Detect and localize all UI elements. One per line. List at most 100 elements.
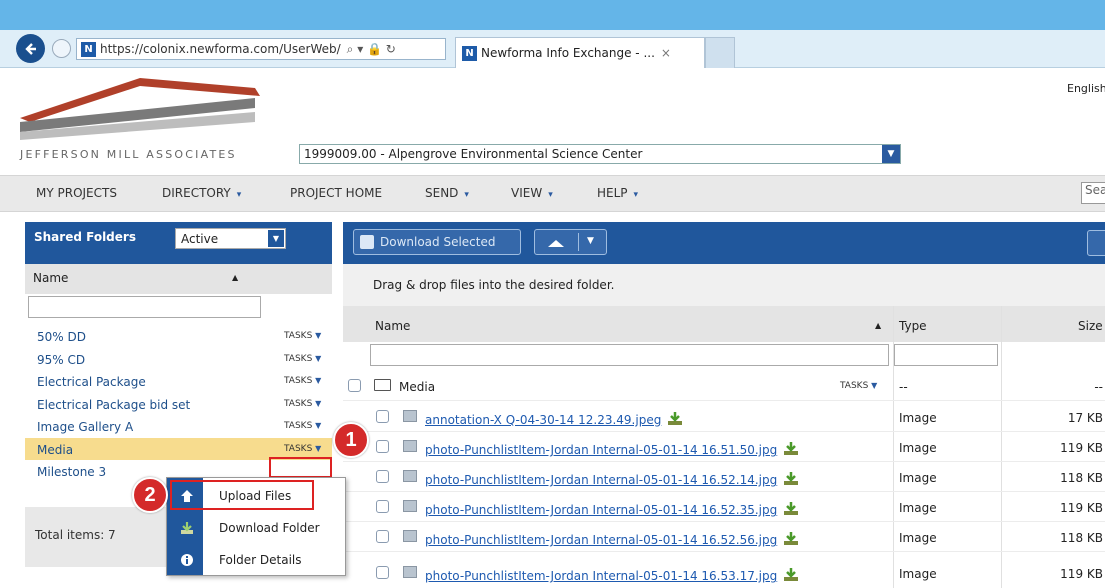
folder-filter-input[interactable] <box>28 296 261 318</box>
search-input[interactable]: Sea <box>1081 182 1105 204</box>
download-icon <box>784 568 799 581</box>
project-dropdown[interactable]: 1999009.00 - Alpengrove Environmental Sc… <box>299 144 901 164</box>
tasks-menu[interactable]: TASKS ▼ <box>284 354 321 364</box>
download-selected-button[interactable]: Download Selected <box>353 229 521 255</box>
file-link[interactable]: photo-PunchlistItem-Jordan Internal-05-0… <box>425 532 799 547</box>
file-row[interactable]: photo-PunchlistItem-Jordan Internal-05-0… <box>343 433 1105 462</box>
file-row[interactable]: photo-PunchlistItem-Jordan Internal-05-0… <box>343 523 1105 552</box>
folder-item[interactable]: Electrical Package bid set TASKS ▼ <box>25 393 332 416</box>
email-button[interactable] <box>1087 230 1105 256</box>
tasks-highlight <box>269 457 332 478</box>
files-toolbar: Download Selected ▼ <box>343 222 1105 264</box>
shared-folders-header: Shared Folders Active ▼ <box>25 222 332 264</box>
close-tab-icon[interactable]: × <box>661 46 671 60</box>
tab-title: Newforma Info Exchange - ... <box>481 46 655 60</box>
folder-status-value: Active <box>181 231 219 246</box>
window-titlebar <box>0 0 1105 30</box>
tasks-menu[interactable]: TASKS ▼ <box>284 421 321 431</box>
row-checkbox[interactable] <box>376 530 389 543</box>
folder-item[interactable]: 95% CD TASKS ▼ <box>25 348 332 371</box>
chevron-down-icon: ▼ <box>882 145 900 163</box>
project-name: 1999009.00 - Alpengrove Environmental Sc… <box>304 147 643 161</box>
type-filter-input[interactable] <box>894 344 998 366</box>
menu-view[interactable]: VIEW ▾ <box>511 186 553 200</box>
row-checkbox[interactable] <box>376 440 389 453</box>
tasks-menu[interactable]: TASKS ▼ <box>840 381 877 391</box>
row-size: 118 KB <box>1060 471 1103 485</box>
image-file-icon <box>403 410 417 422</box>
row-checkbox[interactable] <box>376 410 389 423</box>
menu-help[interactable]: HELP ▾ <box>597 186 638 200</box>
menu-item-folder-details[interactable]: Folder Details <box>167 545 345 575</box>
sort-asc-icon: ▲ <box>232 273 239 282</box>
file-row[interactable]: photo-PunchlistItem-Jordan Internal-05-0… <box>343 463 1105 492</box>
folder-name-column-header[interactable]: Name ▲ <box>25 264 332 294</box>
step-2-marker: 2 <box>132 477 168 513</box>
menu-my-projects[interactable]: MY PROJECTS <box>36 186 123 200</box>
upload-split-button[interactable]: ▼ <box>534 229 607 255</box>
language-selector[interactable]: English <box>1067 82 1105 95</box>
file-row[interactable]: annotation-X Q-04-30-14 12.23.49.jpeg Im… <box>343 403 1105 432</box>
folder-row[interactable]: Media TASKS ▼ -- -- <box>343 372 1105 401</box>
forward-button[interactable] <box>52 39 71 58</box>
download-icon <box>784 502 799 515</box>
image-file-icon <box>403 530 417 542</box>
image-file-icon <box>403 470 417 482</box>
file-row[interactable]: photo-PunchlistItem-Jordan Internal-05-0… <box>343 559 1105 588</box>
col-name[interactable]: Name <box>375 319 410 333</box>
tasks-menu[interactable]: TASKS ▼ <box>284 376 321 386</box>
chevron-down-icon: ▼ <box>268 230 284 247</box>
file-link[interactable]: annotation-X Q-04-30-14 12.23.49.jpeg <box>425 412 683 427</box>
row-size: 119 KB <box>1060 501 1103 515</box>
file-link[interactable]: photo-PunchlistItem-Jordan Internal-05-0… <box>425 502 799 517</box>
tasks-menu[interactable]: TASKS ▼ <box>284 399 321 409</box>
row-checkbox[interactable] <box>376 470 389 483</box>
folder-status-select[interactable]: Active ▼ <box>175 228 286 249</box>
browser-tab[interactable]: N Newforma Info Exchange - ... × <box>455 37 705 68</box>
row-type: Image <box>899 567 937 581</box>
col-type[interactable]: Type <box>899 319 927 333</box>
col-size[interactable]: Size <box>1078 319 1103 333</box>
divider <box>578 233 579 251</box>
image-file-icon <box>403 500 417 512</box>
folder-item[interactable]: Electrical Package TASKS ▼ <box>25 370 332 393</box>
file-link[interactable]: photo-PunchlistItem-Jordan Internal-05-0… <box>425 568 799 583</box>
folder-item[interactable]: 50% DD TASKS ▼ <box>25 325 332 348</box>
folder-open-icon <box>374 379 391 391</box>
download-icon <box>784 472 799 485</box>
tasks-menu[interactable]: TASKS ▼ <box>284 444 321 454</box>
file-link[interactable]: photo-PunchlistItem-Jordan Internal-05-0… <box>425 472 799 487</box>
tasks-menu[interactable]: TASKS ▼ <box>284 331 321 341</box>
newforma-favicon-icon: N <box>81 41 96 57</box>
menu-item-download-folder[interactable]: Download Folder <box>167 513 345 543</box>
upload-files-highlight <box>170 480 314 510</box>
info-icon <box>180 553 194 567</box>
company-name: JEFFERSON MILL ASSOCIATES <box>20 148 237 161</box>
download-icon <box>784 442 799 455</box>
file-row[interactable]: photo-PunchlistItem-Jordan Internal-05-0… <box>343 493 1105 522</box>
drop-zone[interactable]: Drag & drop files into the desired folde… <box>343 264 1105 306</box>
row-checkbox[interactable] <box>376 500 389 513</box>
row-type: -- <box>899 380 908 394</box>
menu-project-home[interactable]: PROJECT HOME <box>290 186 388 200</box>
column-label: Name <box>33 271 69 285</box>
download-icon <box>668 412 683 425</box>
browser-toolbar: N https://colonix.newforma.com/UserWeb/ … <box>0 30 1105 68</box>
drag-hint-text: Drag & drop files into the desired folde… <box>373 278 615 292</box>
file-link[interactable]: photo-PunchlistItem-Jordan Internal-05-0… <box>425 442 799 457</box>
menu-send[interactable]: SEND ▾ <box>425 186 469 200</box>
row-size: 118 KB <box>1060 531 1103 545</box>
back-button[interactable] <box>16 34 45 63</box>
image-file-icon <box>403 566 417 578</box>
filename-filter-input[interactable] <box>370 344 889 366</box>
address-actions-icon[interactable]: ⌕ ▾ 🔒 ↻ <box>347 42 396 57</box>
row-checkbox[interactable] <box>376 566 389 579</box>
new-tab-button[interactable] <box>705 37 735 68</box>
menu-directory[interactable]: DIRECTORY ▾ <box>162 186 241 200</box>
row-checkbox[interactable] <box>348 379 361 392</box>
address-bar[interactable]: N https://colonix.newforma.com/UserWeb/ … <box>76 38 446 60</box>
files-grid-header: Name ▲ Type Size <box>343 306 1105 342</box>
sort-asc-icon: ▲ <box>875 321 882 330</box>
folder-item[interactable]: Image Gallery A TASKS ▼ <box>25 415 332 438</box>
chevron-down-icon[interactable]: ▼ <box>587 236 594 246</box>
